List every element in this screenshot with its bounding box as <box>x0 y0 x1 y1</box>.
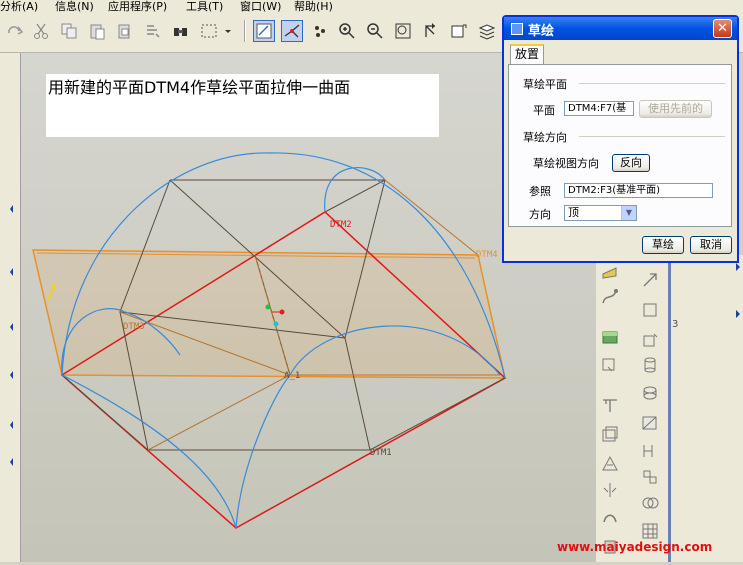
zoom-in-icon[interactable] <box>336 20 358 42</box>
merge-tool-icon[interactable] <box>640 493 660 513</box>
hole-tool-icon[interactable] <box>640 383 660 403</box>
use-previous-button[interactable]: 使用先前的 <box>639 100 712 118</box>
paste-icon[interactable] <box>86 20 108 42</box>
caption-box: 用新建的平面DTM4作草绘平面拉伸一曲面 <box>46 74 439 137</box>
flip-button[interactable]: 反向 <box>612 154 650 172</box>
sketch-dialog: 草绘 ✕ 放置 草绘平面 平面 DTM4:F7(基 使用先前的 草绘方向 草绘视… <box>502 15 739 263</box>
menu-info[interactable]: 信息(N) <box>55 0 94 12</box>
zoom-out-icon[interactable] <box>364 20 386 42</box>
menu-analysis[interactable]: 分析(A) <box>0 0 38 12</box>
select-box-icon[interactable] <box>198 20 220 42</box>
plane-field[interactable]: DTM4:F7(基 <box>564 101 634 116</box>
copy-icon[interactable] <box>58 20 80 42</box>
shell-tool-icon[interactable] <box>600 395 620 415</box>
find-icon[interactable] <box>170 20 192 42</box>
redo-icon[interactable] <box>4 20 26 42</box>
reference-label: 参照 <box>529 185 551 198</box>
rib-tool-icon[interactable] <box>640 413 660 433</box>
right-edge-arrows <box>736 263 740 318</box>
sweep-tool-icon[interactable] <box>600 355 620 375</box>
watermark: www.maiyadesign.com <box>557 540 713 554</box>
orientation-value: 顶 <box>568 206 579 219</box>
plane-label: 平面 <box>533 104 555 117</box>
menu-applications[interactable]: 应用程序(P) <box>108 0 167 12</box>
dialog-titlebar[interactable]: 草绘 ✕ <box>504 17 737 40</box>
cut-icon[interactable] <box>30 20 52 42</box>
paste-special-icon[interactable] <box>114 20 136 42</box>
round-tool-icon[interactable] <box>640 441 660 461</box>
cancel-button[interactable]: 取消 <box>690 236 732 254</box>
datum-point-display-icon[interactable] <box>309 20 331 42</box>
group-divider <box>579 136 725 137</box>
chevron-down-icon[interactable] <box>222 20 234 42</box>
layers-icon[interactable] <box>476 20 498 42</box>
menu-tools[interactable]: 工具(T) <box>186 0 223 12</box>
blend-tool-icon[interactable] <box>640 355 660 375</box>
sketcher-display-icon[interactable] <box>253 20 275 42</box>
thicken-tool-icon[interactable] <box>640 521 660 541</box>
label-dtm2: DTM2 <box>330 220 352 230</box>
orient-icon[interactable] <box>420 20 442 42</box>
revolve-tool-icon[interactable] <box>640 330 660 350</box>
group-sketch-direction: 草绘方向 <box>523 131 567 144</box>
placement-panel: 草绘平面 平面 DTM4:F7(基 使用先前的 草绘方向 草绘视图方向 反向 参… <box>508 64 732 227</box>
refit-icon[interactable] <box>392 20 414 42</box>
close-icon[interactable]: ✕ <box>713 19 732 38</box>
left-strip-arrows <box>10 205 13 466</box>
saved-views-icon[interactable] <box>448 20 470 42</box>
caption-text: 用新建的平面DTM4作草绘平面拉伸一曲面 <box>48 78 351 97</box>
draft-tool-icon[interactable] <box>600 425 620 445</box>
menu-bar: 分析(A) 信息(N) 应用程序(P) 工具(T) 窗口(W) 帮助(H) <box>0 0 743 12</box>
regenerate-icon[interactable] <box>142 20 164 42</box>
feature-toolbar <box>596 255 668 562</box>
group-divider <box>579 83 725 84</box>
dialog-title: 草绘 <box>528 24 555 39</box>
view-direction-label: 草绘视图方向 <box>533 157 599 170</box>
dialog-window-icon <box>511 23 523 35</box>
mirror-tool-icon[interactable] <box>600 480 620 500</box>
orientation-select[interactable]: 顶 ▼ <box>564 205 637 221</box>
chamfer-tool-icon[interactable] <box>600 453 620 473</box>
sketch-tool-icon[interactable] <box>640 300 660 320</box>
right-edge-panel: 3 <box>668 255 743 562</box>
datum-plane-tool-icon[interactable] <box>600 260 620 280</box>
group-sketch-plane: 草绘平面 <box>523 78 567 91</box>
left-panel-strip <box>0 53 21 562</box>
extrude-tool-icon[interactable] <box>600 327 620 347</box>
menu-window[interactable]: 窗口(W) <box>240 0 281 12</box>
tab-placement[interactable]: 放置 <box>510 44 544 64</box>
datum-axis-display-icon[interactable] <box>281 20 303 42</box>
datum-curve-tool-icon[interactable] <box>600 287 620 307</box>
reference-field[interactable]: DTM2:F3(基准平面) <box>564 183 713 198</box>
menu-help[interactable]: 帮助(H) <box>294 0 333 12</box>
trim-tool-icon[interactable] <box>600 507 620 527</box>
chevron-down-icon[interactable]: ▼ <box>621 206 636 220</box>
sketch-button[interactable]: 草绘 <box>642 236 684 254</box>
label-axis: A_1 <box>284 371 300 381</box>
toolbar-separator <box>244 20 246 42</box>
label-dtm1: DTM1 <box>370 448 392 458</box>
label-dtm3: DTM3 <box>123 322 145 332</box>
orientation-label: 方向 <box>529 208 551 221</box>
pattern-tool-icon[interactable] <box>640 467 660 487</box>
datum-axis-tool-icon[interactable] <box>640 270 660 290</box>
label-dtm4: DTM4 <box>476 250 498 260</box>
